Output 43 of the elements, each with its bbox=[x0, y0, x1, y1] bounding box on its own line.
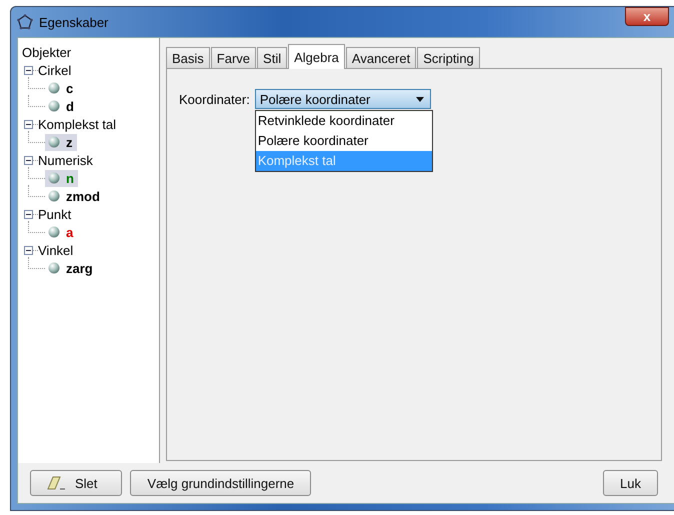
collapse-toggle[interactable] bbox=[24, 156, 33, 164]
collapse-toggle[interactable] bbox=[24, 246, 33, 254]
window-title: Egenskaber bbox=[39, 14, 108, 30]
coordinates-dropdown[interactable]: Polære koordinater bbox=[254, 89, 431, 109]
collapse-toggle[interactable] bbox=[24, 210, 33, 218]
collapse-toggle[interactable] bbox=[24, 120, 33, 128]
caret-icon bbox=[416, 96, 424, 102]
tree-item[interactable]: zarg bbox=[45, 260, 97, 276]
close-button[interactable]: x bbox=[625, 7, 669, 26]
close-dialog-button[interactable]: Luk bbox=[603, 470, 658, 496]
tab[interactable]: Stil bbox=[257, 47, 288, 68]
tree-item[interactable]: n bbox=[45, 170, 78, 186]
sphere-icon bbox=[48, 100, 60, 112]
sphere-icon bbox=[48, 82, 60, 94]
tree-group[interactable]: Cirkel bbox=[38, 62, 72, 78]
eraser-icon bbox=[47, 475, 67, 491]
collapse-toggle[interactable] bbox=[24, 66, 33, 74]
tree-item[interactable]: zmod bbox=[45, 188, 104, 204]
tab[interactable]: Avanceret bbox=[346, 47, 416, 68]
tree-group[interactable]: Vinkel bbox=[38, 242, 74, 258]
tree-item[interactable]: a bbox=[45, 224, 78, 240]
sphere-icon bbox=[48, 262, 60, 274]
tree-item[interactable]: d bbox=[45, 98, 78, 114]
tab[interactable]: Farve bbox=[210, 47, 256, 68]
tab[interactable]: Algebra bbox=[288, 44, 345, 69]
tree-item[interactable]: z bbox=[45, 134, 76, 150]
sphere-icon bbox=[48, 226, 60, 238]
dropdown-option[interactable]: Polære koordinater bbox=[256, 131, 432, 151]
field-label: Koordinater: bbox=[179, 91, 250, 109]
tree-group[interactable]: Komplekst tal bbox=[38, 116, 116, 132]
tree-group[interactable]: Numerisk bbox=[38, 152, 93, 168]
tree-group[interactable]: Punkt bbox=[38, 206, 72, 222]
sphere-icon bbox=[48, 136, 60, 148]
tab[interactable]: Scripting bbox=[417, 47, 480, 68]
tree-item[interactable]: c bbox=[45, 80, 78, 96]
reset-button[interactable]: Vælg grundindstillingerne bbox=[130, 470, 312, 496]
sphere-icon bbox=[48, 172, 60, 184]
pentagon-icon bbox=[17, 14, 33, 30]
dropdown-option[interactable]: Retvinklede koordinater bbox=[256, 111, 432, 131]
tab[interactable]: Basis bbox=[166, 47, 210, 68]
tree-root: Objekter bbox=[22, 44, 72, 61]
sphere-icon bbox=[48, 190, 60, 202]
delete-button[interactable]: Slet bbox=[30, 470, 122, 496]
